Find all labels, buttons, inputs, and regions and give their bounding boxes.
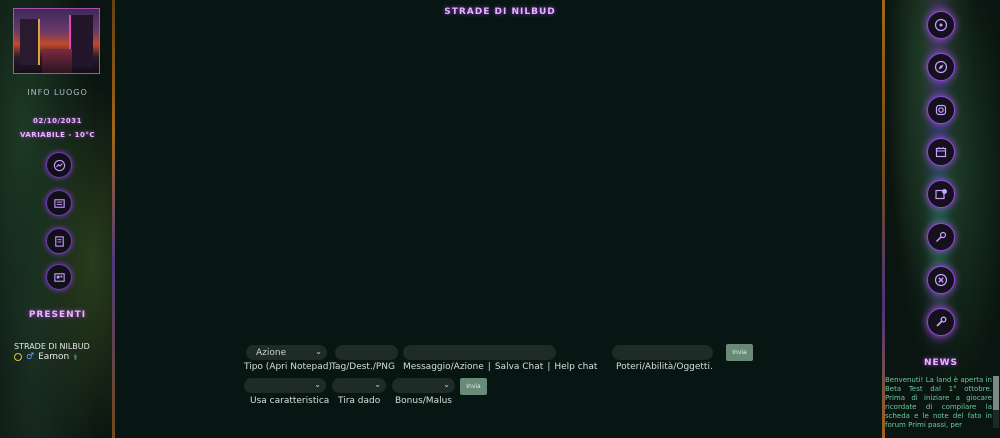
pin-icon[interactable] [927,223,955,251]
tag-label: Tag/Dest./PNG [331,362,395,372]
page-title: STRADE DI NILBUD [444,7,556,17]
news-text: Benvenuti! La land è aperta in Beta Test… [885,376,992,428]
separator: | [487,362,491,372]
separator: | [547,362,551,372]
status-ring-icon [14,353,22,361]
chevron-down-icon: ⌄ [315,347,322,356]
powers-label: Poteri/Abilità/Oggetti. [616,362,713,372]
type-select[interactable]: Azione ⌄ [246,345,327,360]
chevron-down-icon: ⌄ [314,380,321,389]
dice-select[interactable]: ⌄ [332,378,386,393]
flag-icon: ⚕ [73,352,78,362]
chevron-down-icon: ⌄ [443,380,450,389]
dice-label: Tira dado [338,396,381,406]
close-icon[interactable] [927,266,955,294]
calendar-icon[interactable] [927,138,955,166]
info-luogo-link[interactable]: INFO LUOGO [0,88,115,97]
gender-icon: ♂ [26,352,35,362]
presenti-user-row[interactable]: ♂ Eamon ⚕ [14,352,78,362]
dice-send-button[interactable]: Invia [460,378,487,395]
characteristic-select[interactable]: ⌄ [244,378,326,393]
instagram-icon[interactable] [927,96,955,124]
characteristic-label: Usa caratteristica [250,396,330,406]
place-image[interactable] [13,8,100,74]
wrench-icon[interactable] [927,308,955,336]
chevron-down-icon: ⌄ [374,380,381,389]
weather-info: VARIABILE - 10°C [19,131,96,139]
tag-input[interactable] [335,345,398,360]
type-label[interactable]: Tipo (Apri Notepad) [244,362,332,372]
left-sidebar-border [112,0,115,438]
user-name[interactable]: Eamon [38,352,69,362]
message-label-row: Messaggio/Azione | Salva Chat | Help chat [403,362,597,372]
gallery-icon[interactable] [46,264,72,290]
send-button[interactable]: Invia [726,344,753,361]
message-input[interactable] [403,345,556,360]
powers-input[interactable] [612,345,713,360]
compass-icon[interactable] [927,53,955,81]
bonus-label: Bonus/Malus [395,396,452,406]
messenger-icon[interactable] [46,152,72,178]
presenti-location: STRADE DI NILBUD [14,342,90,351]
message-label: Messaggio/Azione [403,362,484,372]
type-select-value: Azione [256,347,287,358]
help-chat-link[interactable]: Help chat [554,362,597,372]
news-title: NEWS [923,358,959,368]
news-scrollbar[interactable] [993,376,999,428]
disc-icon[interactable] [927,11,955,39]
right-sidebar-border [882,0,885,438]
game-date: 02/10/2031 [32,117,83,125]
settings-calendar-icon[interactable] [927,180,955,208]
presenti-title: PRESENTI [28,310,87,320]
document-icon[interactable] [46,228,72,254]
bonus-select[interactable]: ⌄ [392,378,455,393]
save-chat-link[interactable]: Salva Chat [495,362,543,372]
newspaper-icon[interactable] [46,190,72,216]
